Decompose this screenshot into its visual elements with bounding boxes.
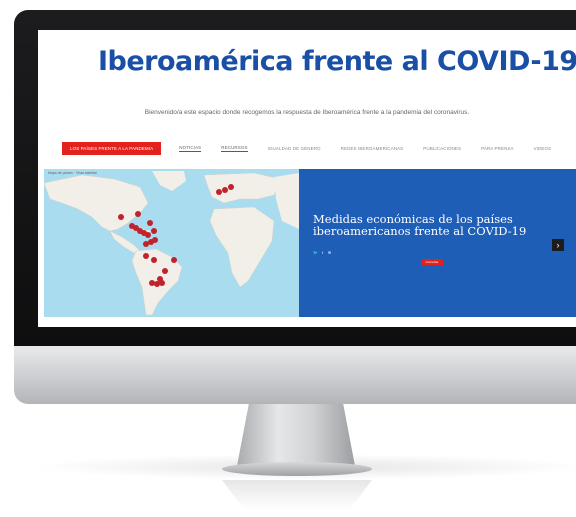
consult-button[interactable]: Consultar (421, 259, 443, 265)
greenland-shape (152, 171, 186, 191)
screen: Iberoamérica frente al COVID-19/ Bienven… (38, 30, 576, 327)
tab-paises[interactable]: LOS PAÍSES FRENTE A LA PANDEMIA (62, 141, 162, 155)
monitor-stand (237, 404, 355, 466)
central-america-shape (109, 230, 141, 254)
map-toolbar[interactable]: Mapa de países · Vista satelital (48, 171, 97, 175)
tab-recursos[interactable]: RECURSOS (221, 145, 248, 152)
north-america-shape (44, 174, 149, 232)
twitter-icon[interactable]: 🐦 (313, 250, 318, 255)
stand-reflection (222, 480, 372, 510)
monitor-stand-base (222, 462, 372, 476)
asia-shape (274, 173, 299, 229)
monitor-chin (14, 346, 576, 404)
map-marker (154, 281, 160, 287)
map-graphic (44, 171, 299, 316)
tab-noticias[interactable]: NOTICIAS (179, 145, 202, 152)
map-marker (151, 257, 157, 263)
tab-igualdad[interactable]: IGUALDAD DE GÉNERO (268, 146, 321, 151)
countries-map[interactable]: Mapa de países · Vista satelital (44, 169, 299, 317)
map-marker (118, 214, 124, 220)
map-marker (145, 232, 151, 238)
facebook-icon[interactable]: f (320, 250, 325, 255)
map-marker (151, 228, 157, 234)
map-marker (135, 211, 141, 217)
map-marker (149, 280, 155, 286)
map-marker (222, 187, 228, 193)
map-marker (159, 280, 165, 286)
africa-shape (209, 206, 275, 288)
tab-publicaciones[interactable]: PUBLICACIONES (423, 146, 461, 151)
tab-prensa[interactable]: PARA PRENSA (481, 146, 514, 151)
map-marker (147, 220, 153, 226)
page-title: Iberoamérica frente al COVID-19/ (98, 46, 576, 77)
tab-videos[interactable]: VIDEOS (534, 146, 552, 151)
map-marker (143, 253, 149, 259)
map-marker (162, 268, 168, 274)
map-marker (228, 184, 234, 190)
page-title-text: Iberoamérica frente al COVID-19 (98, 46, 576, 77)
map-marker (143, 241, 149, 247)
chevron-right-icon[interactable]: › (552, 239, 564, 251)
main-nav: LOS PAÍSES FRENTE A LA PANDEMIA NOTICIAS… (62, 141, 576, 155)
info-panel: Medidas económicas de los países iberoam… (299, 169, 576, 317)
email-icon[interactable]: ✉ (327, 250, 332, 255)
welcome-text: Bienvenido/a este espacio donde recogemo… (144, 109, 470, 116)
info-title: Medidas económicas de los países iberoam… (313, 212, 527, 238)
europe-shape (203, 172, 281, 204)
map-marker (216, 189, 222, 195)
map-marker (171, 257, 177, 263)
tab-redes[interactable]: REDES IBEROAMERICANAS (341, 146, 404, 151)
social-links: 🐦 f ✉ (313, 250, 332, 255)
